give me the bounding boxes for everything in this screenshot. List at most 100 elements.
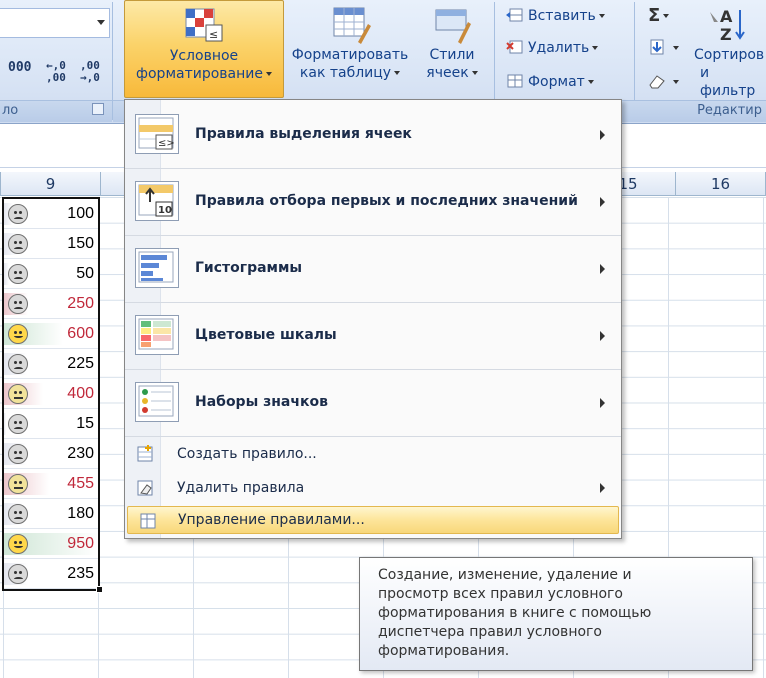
menu-item-color-scales[interactable]: Цветовые шкалы	[125, 303, 621, 369]
submenu-arrow-icon	[600, 398, 605, 408]
selected-range[interactable]: 100 150 50 250 600 225 400 15 230 455 180 950 235	[2, 197, 100, 591]
decrease-decimal-button[interactable]: ,00 →,0	[80, 60, 100, 88]
dropdown-caret-icon	[673, 80, 679, 84]
dropdown-caret-icon	[265, 72, 272, 76]
icon-sets-icon	[135, 382, 179, 422]
dropdown-caret-icon	[663, 14, 670, 18]
table-row[interactable]: 950	[4, 529, 98, 559]
fill-handle[interactable]	[96, 586, 103, 593]
sad-face-icon	[8, 264, 28, 284]
color-scales-icon	[135, 315, 179, 355]
table-row[interactable]: 400	[4, 379, 98, 409]
svg-text:≤>: ≤>	[158, 138, 175, 149]
sad-face-icon	[8, 444, 28, 464]
cell-value: 100	[67, 205, 94, 222]
submenu-arrow-icon	[600, 483, 605, 493]
sad-face-icon	[8, 564, 28, 584]
menu-separator	[125, 436, 621, 437]
cell-value: 455	[67, 475, 94, 492]
manage-rules-icon	[138, 511, 158, 531]
cell-value: 600	[67, 325, 94, 342]
table-row[interactable]: 235	[4, 559, 98, 589]
neutral-face-icon	[8, 384, 28, 404]
dropdown-caret-icon	[587, 80, 594, 84]
sad-face-icon	[8, 294, 28, 314]
dialog-launcher-icon[interactable]	[92, 103, 104, 115]
submenu-arrow-icon	[600, 331, 605, 341]
conditional-formatting-icon: ≤	[182, 5, 226, 45]
autosum-button[interactable]: Σ	[648, 4, 670, 28]
dropdown-caret-icon	[471, 71, 478, 75]
insert-cells-button[interactable]: Вставить	[506, 4, 605, 28]
table-row[interactable]: 225	[4, 349, 98, 379]
table-row[interactable]: 250	[4, 289, 98, 319]
neutral-face-icon	[8, 474, 28, 494]
increase-decimal-button[interactable]: ←,0,00	[46, 60, 66, 88]
menu-item-new-rule[interactable]: Создать правило...	[125, 440, 621, 468]
sad-face-icon	[8, 204, 28, 224]
svg-text:10: 10	[158, 205, 172, 216]
svg-text:≤: ≤	[209, 28, 218, 41]
submenu-arrow-icon	[600, 197, 605, 207]
eraser-icon	[648, 73, 666, 89]
chevron-down-icon[interactable]	[97, 20, 105, 25]
cell-value: 230	[67, 445, 94, 462]
format-as-table-button[interactable]: Форматировать как таблицу	[286, 0, 414, 98]
table-row[interactable]: 455	[4, 469, 98, 499]
menu-item-clear-rules[interactable]: Удалить правила	[125, 474, 621, 502]
table-row[interactable]: 600	[4, 319, 98, 349]
sad-face-icon	[8, 504, 28, 524]
cell-value: 225	[67, 355, 94, 372]
top-bottom-rules-icon: 10	[135, 181, 179, 221]
cell-value: 150	[67, 235, 94, 252]
dropdown-caret-icon	[673, 46, 679, 50]
clear-rules-icon	[135, 478, 155, 498]
clear-button[interactable]	[648, 70, 679, 94]
column-header-9[interactable]: 9	[0, 172, 101, 196]
editing-group-label: Редактир	[636, 100, 766, 122]
table-row[interactable]: 230	[4, 439, 98, 469]
dropdown-caret-icon	[592, 46, 599, 50]
sad-face-icon	[8, 234, 28, 254]
dropdown-caret-icon	[598, 14, 605, 18]
insert-cells-icon	[506, 7, 524, 23]
table-row[interactable]: 150	[4, 229, 98, 259]
table-row[interactable]: 50	[4, 259, 98, 289]
format-cells-button[interactable]: Формат	[506, 70, 594, 94]
menu-item-highlight-cells-rules[interactable]: ≤> Правила выделения ячеек	[125, 102, 621, 168]
cell-value: 400	[67, 385, 94, 402]
number-format-combo[interactable]	[0, 8, 110, 38]
menu-item-top-bottom-rules[interactable]: 10 Правила отбора первых и последних зна…	[125, 169, 621, 235]
sad-face-icon	[8, 354, 28, 374]
menu-item-data-bars[interactable]: Гистограммы	[125, 236, 621, 302]
cell-styles-button[interactable]: Стили ячеек	[416, 0, 488, 98]
sigma-icon: Σ	[648, 5, 661, 26]
fill-button[interactable]	[648, 36, 679, 60]
delete-cells-icon	[506, 39, 524, 55]
menu-item-manage-rules[interactable]: Управление правилами...	[127, 506, 619, 534]
submenu-arrow-icon	[600, 264, 605, 274]
cell-styles-icon	[430, 4, 474, 44]
thousands-separator-button[interactable]: 000	[8, 60, 31, 88]
sort-az-icon: A Z	[706, 4, 750, 44]
format-cells-icon	[506, 73, 524, 89]
submenu-arrow-icon	[600, 130, 605, 140]
table-row[interactable]: 100	[4, 199, 98, 229]
delete-cells-button[interactable]: Удалить	[506, 36, 599, 60]
table-row[interactable]: 180	[4, 499, 98, 529]
data-bars-icon	[135, 248, 179, 288]
format-as-table-icon	[328, 4, 372, 44]
new-rule-icon	[135, 444, 155, 464]
sort-filter-button[interactable]: A Z Сортиров и фильтр	[690, 0, 766, 99]
data-bar	[4, 413, 6, 435]
cell-value: 180	[67, 505, 94, 522]
sad-face-icon	[8, 414, 28, 434]
cell-value: 250	[67, 295, 94, 312]
menu-item-icon-sets[interactable]: Наборы значков	[125, 370, 621, 436]
cell-value: 15	[76, 415, 94, 432]
table-row[interactable]: 15	[4, 409, 98, 439]
cell-value: 950	[67, 535, 94, 552]
conditional-formatting-button[interactable]: ≤ Условное форматирование	[124, 0, 284, 98]
cell-value: 235	[67, 565, 94, 582]
column-header-16[interactable]: 16	[676, 172, 766, 196]
